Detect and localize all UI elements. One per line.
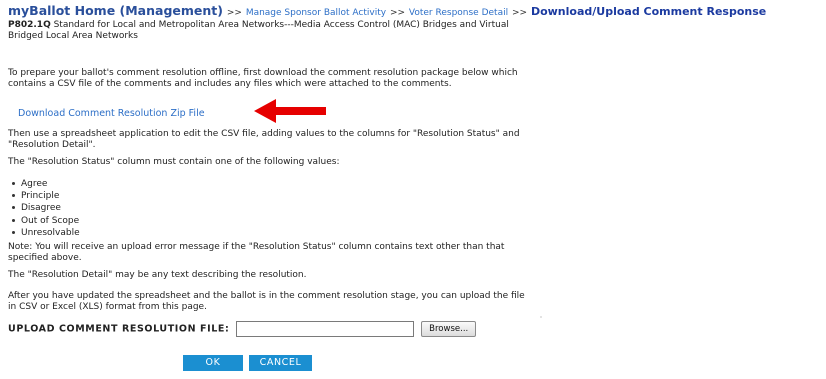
breadcrumb-separator: >>: [389, 8, 406, 18]
status-intro: The "Resolution Status" column must cont…: [8, 157, 340, 167]
cancel-button[interactable]: CANCEL: [249, 355, 312, 371]
left-arrow-icon: [254, 99, 326, 123]
list-item: Agree: [8, 178, 80, 190]
upload-instructions: After you have updated the spreadsheet a…: [8, 291, 525, 312]
list-item: Out of Scope: [8, 215, 80, 227]
breadcrumb-home-link[interactable]: myBallot Home (Management): [8, 3, 223, 18]
arrow-shape: [254, 99, 326, 123]
status-values-list: Agree Principle Disagree Out of Scope Un…: [8, 178, 80, 239]
upload-file-input[interactable]: [236, 321, 415, 337]
breadcrumb-separator: >>: [511, 8, 528, 18]
browse-button[interactable]: Browse...: [421, 321, 477, 337]
upload-error-note: Note: You will receive an upload error m…: [8, 242, 505, 263]
decorative-dot: [540, 316, 542, 318]
upload-file-label: UPLOAD COMMENT RESOLUTION FILE:: [8, 323, 230, 335]
resolution-detail-note: The "Resolution Detail" may be any text …: [8, 270, 307, 280]
breadcrumb-manage-link[interactable]: Manage Sponsor Ballot Activity: [246, 8, 386, 18]
breadcrumb-voter-link[interactable]: Voter Response Detail: [409, 8, 508, 18]
upload-row: UPLOAD COMMENT RESOLUTION FILE: Browse..…: [8, 321, 477, 337]
list-item: Principle: [8, 190, 80, 202]
ballot-id: P802.1Q: [8, 20, 51, 30]
edit-instructions: Then use a spreadsheet application to ed…: [8, 129, 520, 150]
list-item: Disagree: [8, 202, 80, 214]
download-zip-link[interactable]: Download Comment Resolution Zip File: [18, 108, 205, 119]
ballot-title: Standard for Local and Metropolitan Area…: [8, 20, 509, 41]
ballot-header: P802.1Q Standard for Local and Metropoli…: [8, 20, 528, 42]
page-title: Download/Upload Comment Response: [530, 5, 767, 18]
intro-text: To prepare your ballot's comment resolut…: [8, 68, 518, 89]
breadcrumb: myBallot Home (Management) >> Manage Spo…: [8, 4, 766, 20]
list-item: Unresolvable: [8, 227, 80, 239]
ok-button[interactable]: OK: [183, 355, 243, 371]
breadcrumb-separator: >>: [226, 8, 242, 18]
